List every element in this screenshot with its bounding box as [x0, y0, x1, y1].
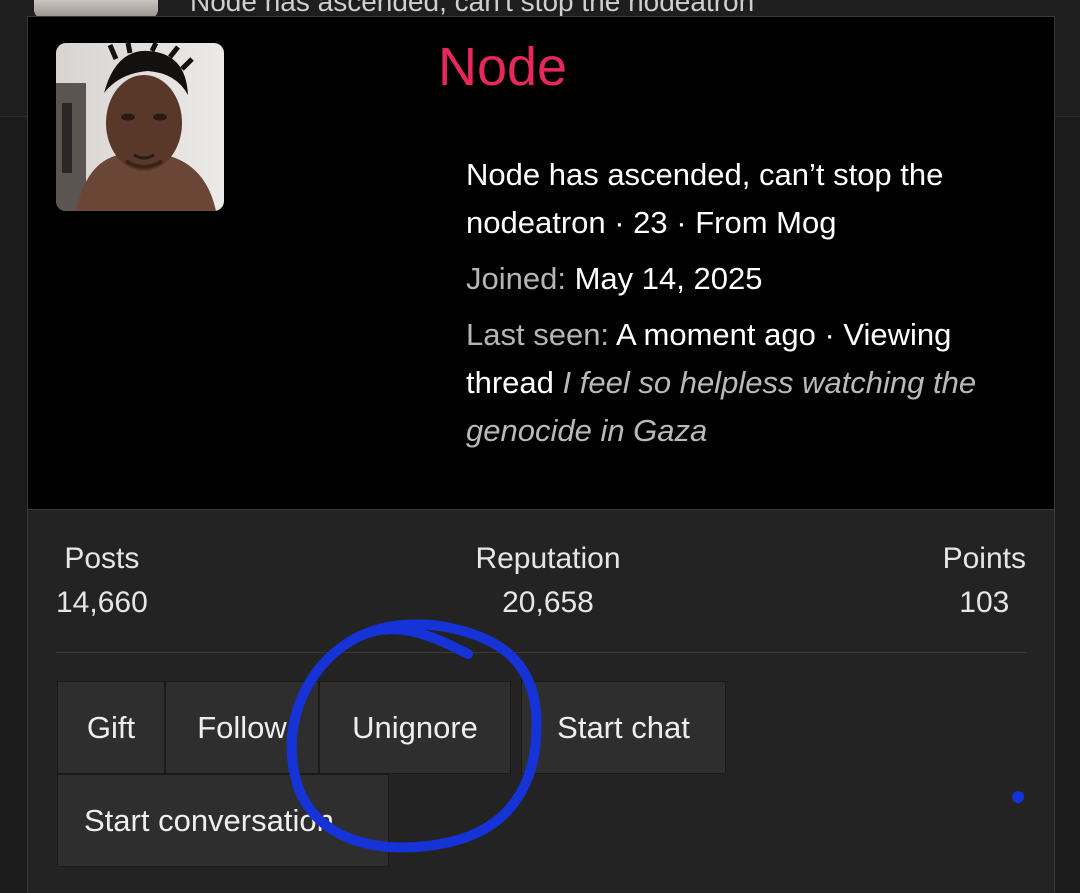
member-tagline: Node has ascended, can’t stop the nodeat… — [466, 157, 944, 240]
reputation-value: 20,658 — [502, 586, 594, 619]
member-joined: Joined: May 14, 2025 — [466, 255, 1026, 303]
avatar-photo — [56, 43, 224, 211]
reputation-label: Reputation — [475, 542, 621, 575]
member-username[interactable]: Node — [438, 35, 567, 99]
gift-button[interactable]: Gift — [57, 681, 165, 774]
member-header: Node Node has ascended, can’t stop the n… — [28, 17, 1054, 510]
posts-value: 14,660 — [56, 586, 148, 619]
follow-button[interactable]: Follow — [165, 681, 319, 774]
member-last-seen: Last seen: A moment ago · Viewing thread… — [466, 311, 1026, 455]
points-value: 103 — [959, 586, 1010, 619]
screen: Node has ascended, can't stop the nodeat… — [0, 0, 1080, 893]
points-label: Points — [942, 542, 1026, 575]
last-seen-label: Last seen: — [466, 317, 610, 352]
joined-date: May 14, 2025 — [574, 261, 763, 296]
posts-label: Posts — [64, 542, 140, 575]
start-chat-button[interactable]: Start chat — [521, 681, 726, 774]
unignore-button[interactable]: Unignore — [319, 681, 511, 774]
member-avatar[interactable] — [56, 43, 224, 211]
stat-points[interactable]: Points 103 — [943, 537, 1026, 625]
stat-posts[interactable]: Posts 14,660 — [56, 537, 148, 625]
stats-divider — [56, 652, 1026, 653]
joined-label: Joined: — [466, 261, 566, 296]
member-tooltip-card: Node Node has ascended, can’t stop the n… — [27, 16, 1055, 893]
stat-reputation[interactable]: Reputation 20,658 — [458, 537, 638, 625]
member-stats: Posts 14,660 Reputation 20,658 Points 10… — [28, 537, 1054, 647]
start-conversation-button[interactable]: Start conversation — [57, 774, 389, 867]
